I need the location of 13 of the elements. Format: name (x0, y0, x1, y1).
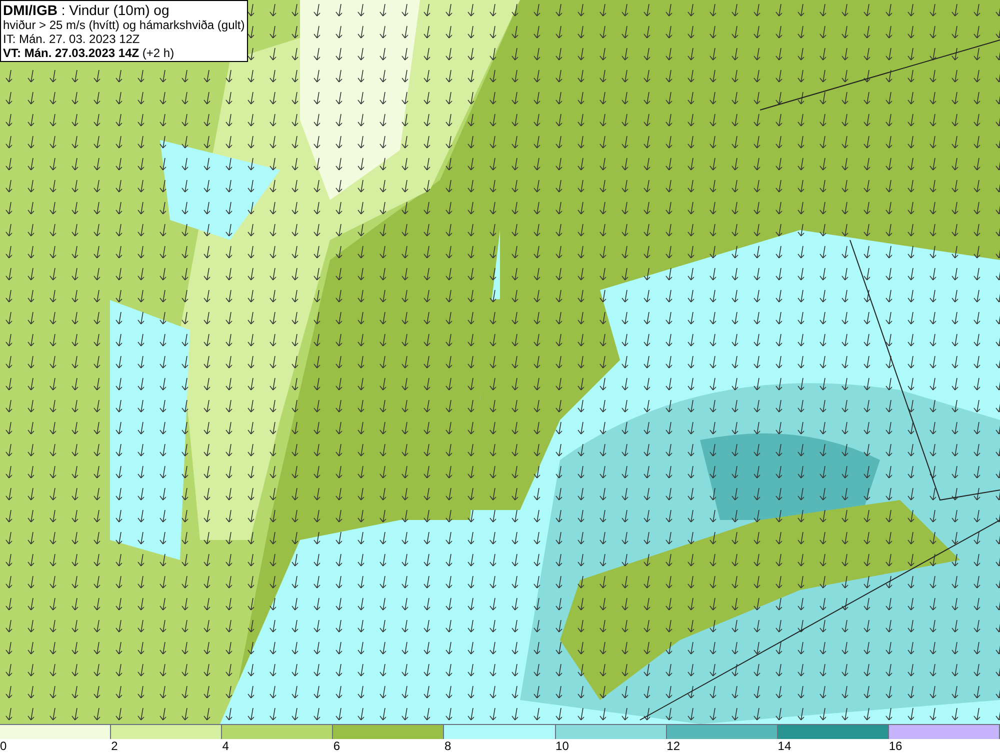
legend-tick-label: 4 (222, 739, 229, 753)
legend-tick-label: 6 (333, 739, 340, 753)
legend-tick-label: 12 (666, 739, 680, 753)
legend-tick-label: 14 (778, 739, 792, 753)
legend-tick-label: 0 (0, 739, 7, 753)
legend-tick-label: 8 (444, 739, 452, 753)
info-text: hviður > 25 m/s (hvítt) og hámarkshviða (gult) (3, 18, 245, 32)
legend-tick-label: 2 (111, 739, 118, 753)
info-text: VT: Mán. 27.03.2023 14Z (+2 h) (3, 46, 176, 60)
info-text: IT: Mán. 27. 03. 2023 12Z (3, 32, 141, 46)
legend-tick-label: 16 (888, 739, 902, 753)
legend-tick-label: 10 (556, 739, 569, 753)
info-text: DMI/IGB : Vindur (10m) og (3, 2, 170, 18)
